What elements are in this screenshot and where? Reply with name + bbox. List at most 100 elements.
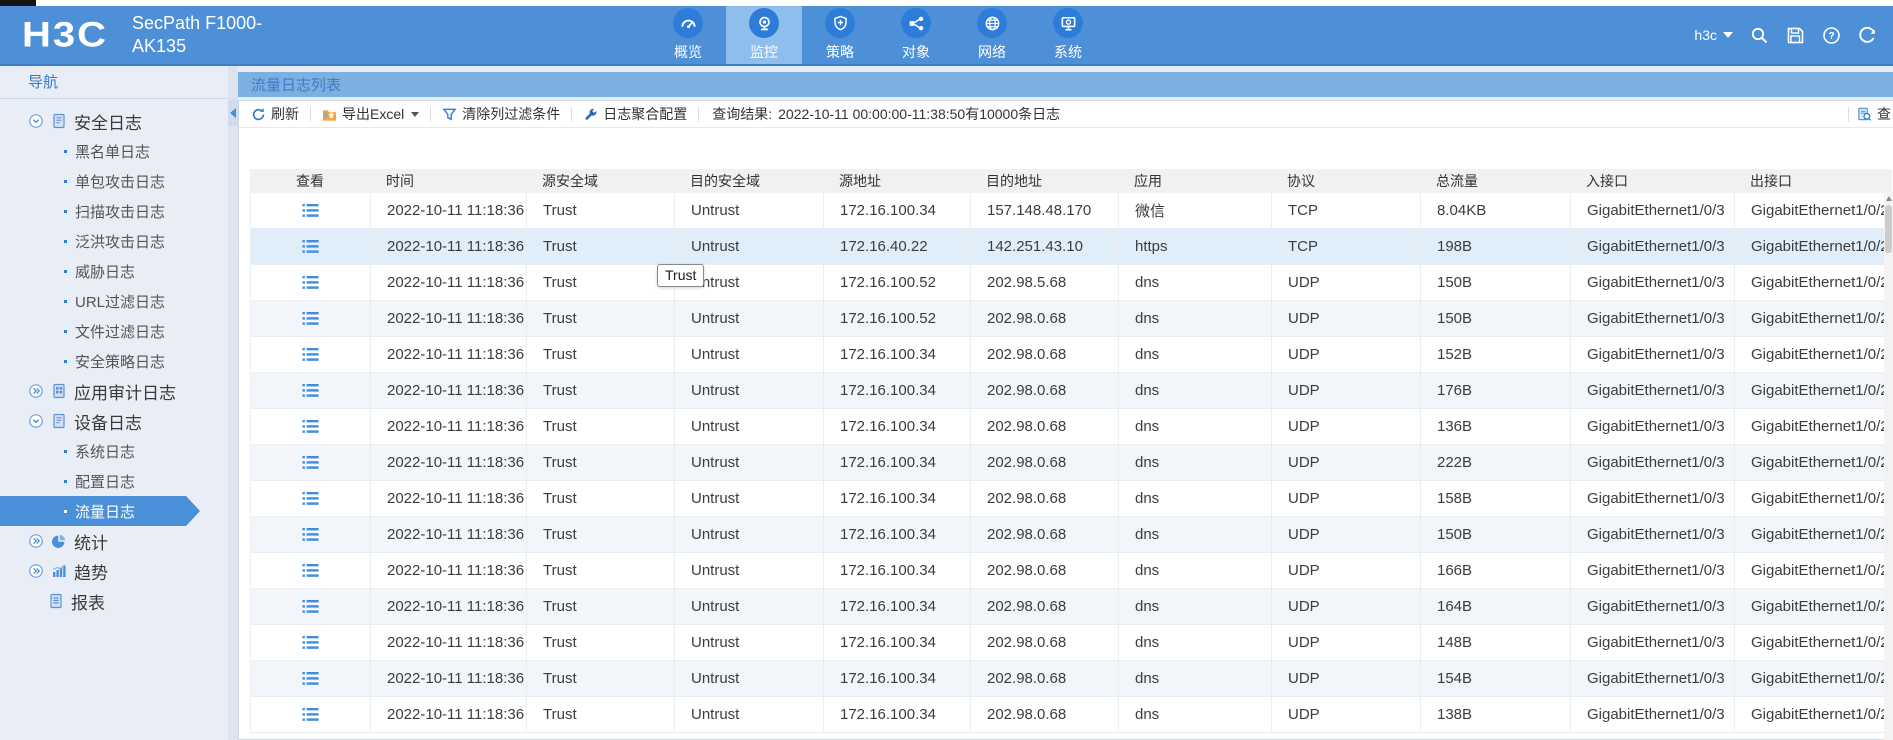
sidebar: 导航 安全日志 黑名单日志 单包攻击日志 扫描攻击日志 泛洪攻击日志 威胁日志 URL过滤日… xyxy=(0,66,228,740)
table-cell-time: 2022-10-11 11:18:36 xyxy=(371,445,527,480)
table-cell-out_if: GigabitEthernet1/0/2 xyxy=(1735,661,1893,696)
table-cell-src_zone: Trust xyxy=(527,193,675,228)
table-cell-app: dns xyxy=(1119,445,1272,480)
refresh-button[interactable]: 刷新 xyxy=(251,104,299,124)
help-icon[interactable]: ? xyxy=(1822,26,1841,45)
sidebar-item-statistics[interactable]: 统计 xyxy=(0,526,228,556)
nav-tab-objects[interactable]: 对象 xyxy=(878,6,954,64)
logout-icon[interactable] xyxy=(1858,26,1877,45)
sidebar-item-traffic-log[interactable]: 流量日志 xyxy=(0,496,200,526)
table-cell-app: dns xyxy=(1119,481,1272,516)
table-row[interactable]: 2022-10-11 11:18:36 Trust Untrust 172.16.10… xyxy=(251,301,1893,337)
sidebar-item-device-log[interactable]: 设备日志 xyxy=(0,406,228,436)
table-row[interactable]: 2022-10-11 11:18:36 Trust Untrust 172.16.40… xyxy=(251,229,1893,265)
table-cell-dst_zone: Untrust xyxy=(675,553,824,588)
sidebar-item-single-attack-log[interactable]: 单包攻击日志 xyxy=(0,166,228,196)
view-log-icon[interactable] xyxy=(302,599,319,614)
save-icon[interactable] xyxy=(1786,26,1805,45)
table-row[interactable]: 2022-10-11 11:18:36 Trust Untrust 172.16.10… xyxy=(251,553,1893,589)
view-cell xyxy=(251,265,371,300)
user-menu[interactable]: h3c xyxy=(1694,27,1733,43)
view-log-icon[interactable] xyxy=(302,347,319,362)
view-log-icon[interactable] xyxy=(302,563,319,578)
table-cell-out_if: GigabitEthernet1/0/2 xyxy=(1735,337,1893,372)
view-log-icon[interactable] xyxy=(302,419,319,434)
bullet-icon xyxy=(64,479,67,483)
sidebar-item-config-log[interactable]: 配置日志 xyxy=(0,466,228,496)
nav-tab-network[interactable]: 网络 xyxy=(954,6,1030,64)
scrollbar-thumb[interactable] xyxy=(1885,205,1892,253)
nav-tab-overview[interactable]: 概览 xyxy=(650,6,726,64)
search-icon[interactable] xyxy=(1750,26,1769,45)
clear-filter-button[interactable]: 清除列过滤条件 xyxy=(442,104,560,124)
table-row[interactable]: 2022-10-11 11:18:36 Trust Untrust 172.16.10… xyxy=(251,445,1893,481)
sidebar-item-flood-attack-log[interactable]: 泛洪攻击日志 xyxy=(0,226,228,256)
nav-tab-monitor[interactable]: 监控 xyxy=(726,6,802,64)
table-cell-total: 150B xyxy=(1421,265,1571,300)
view-log-icon[interactable] xyxy=(302,239,319,254)
scroll-up-arrow-icon[interactable] xyxy=(1884,192,1893,204)
sidebar-item-url-filter-log[interactable]: URL过滤日志 xyxy=(0,286,228,316)
view-log-icon[interactable] xyxy=(302,311,319,326)
sidebar-item-system-log[interactable]: 系统日志 xyxy=(0,436,228,466)
column-header[interactable]: 目的地址 xyxy=(970,171,1118,191)
column-header[interactable]: 应用 xyxy=(1118,171,1271,191)
view-log-icon[interactable] xyxy=(302,383,319,398)
nav-tab-system[interactable]: 系统 xyxy=(1030,6,1106,64)
view-log-icon[interactable] xyxy=(302,491,319,506)
table-cell-total: 138B xyxy=(1421,697,1571,732)
sidebar-item-threat-log[interactable]: 威胁日志 xyxy=(0,256,228,286)
collapse-sidebar-handle[interactable] xyxy=(228,100,238,126)
bullet-icon xyxy=(64,209,67,213)
table-cell-dst_zone: Untrust xyxy=(675,301,824,336)
sidebar-item-blacklist-log[interactable]: 黑名单日志 xyxy=(0,136,228,166)
vertical-scrollbar[interactable] xyxy=(1884,192,1893,740)
nav-tab-policy[interactable]: 策略 xyxy=(802,6,878,64)
view-log-icon[interactable] xyxy=(302,671,319,686)
sidebar-item-file-filter-log[interactable]: 文件过滤日志 xyxy=(0,316,228,346)
column-header[interactable]: 总流量 xyxy=(1420,171,1570,191)
sidebar-item-security-log[interactable]: 安全日志 xyxy=(0,106,228,136)
table-row[interactable]: 2022-10-11 11:18:36 Trust Untrust 172.16.10… xyxy=(251,589,1893,625)
table-row[interactable]: 2022-10-11 11:18:36 Trust Untrust 172.16.10… xyxy=(251,265,1893,301)
view-log-icon[interactable] xyxy=(302,707,319,722)
column-header[interactable]: 源地址 xyxy=(823,171,970,191)
view-log-icon[interactable] xyxy=(302,527,319,542)
view-log-icon[interactable] xyxy=(302,275,319,290)
content-panel: 刷新 导出Excel 清除列过滤条件 日志聚合配置 查询结果: 2022-10-… xyxy=(238,100,1893,740)
table-row[interactable]: 2022-10-11 11:18:36 Trust Untrust 172.16.10… xyxy=(251,697,1893,733)
column-header[interactable]: 协议 xyxy=(1271,171,1420,191)
page-title: 流量日志列表 xyxy=(251,77,342,94)
sidebar-item-label: URL过滤日志 xyxy=(75,293,166,311)
sidebar-item-app-audit-log[interactable]: 应用审计日志 xyxy=(0,376,228,406)
table-row[interactable]: 2022-10-11 11:18:36 Trust Untrust 172.16.10… xyxy=(251,337,1893,373)
table-row[interactable]: 2022-10-11 11:18:36 Trust Untrust 172.16.10… xyxy=(251,373,1893,409)
column-header[interactable]: 查看 xyxy=(250,171,370,191)
globe-icon xyxy=(977,8,1007,38)
table-cell-src_zone: Trust xyxy=(527,301,675,336)
view-log-icon[interactable] xyxy=(302,203,319,218)
column-header[interactable]: 入接口 xyxy=(1570,171,1734,191)
splitter[interactable] xyxy=(228,66,238,740)
log-query-button[interactable]: 查 xyxy=(1857,104,1891,124)
column-header[interactable]: 出接口 xyxy=(1734,171,1892,191)
table-row[interactable]: 2022-10-11 11:18:36 Trust Untrust 172.16.10… xyxy=(251,481,1893,517)
table-row[interactable]: 2022-10-11 11:18:36 Trust Untrust 172.16.10… xyxy=(251,625,1893,661)
column-header[interactable]: 目的安全域 xyxy=(674,171,823,191)
table-row[interactable]: 2022-10-11 11:18:36 Trust Untrust 172.16.10… xyxy=(251,661,1893,697)
column-header[interactable]: 源安全域 xyxy=(526,171,674,191)
sidebar-item-scan-attack-log[interactable]: 扫描攻击日志 xyxy=(0,196,228,226)
toolbar-separator xyxy=(1848,106,1849,122)
table-row[interactable]: 2022-10-11 11:18:36 Trust Untrust 172.16.10… xyxy=(251,517,1893,553)
view-log-icon[interactable] xyxy=(302,635,319,650)
sidebar-item-trend[interactable]: 趋势 xyxy=(0,556,228,586)
table-row[interactable]: 2022-10-11 11:18:36 Trust Untrust 172.16.10… xyxy=(251,193,1893,229)
view-log-icon[interactable] xyxy=(302,455,319,470)
sidebar-item-policy-log[interactable]: 安全策略日志 xyxy=(0,346,228,376)
column-header[interactable]: 时间 xyxy=(370,171,526,191)
sidebar-item-report[interactable]: 报表 xyxy=(0,586,228,616)
table-cell-total: 158B xyxy=(1421,481,1571,516)
export-excel-button[interactable]: 导出Excel xyxy=(322,104,420,124)
table-row[interactable]: 2022-10-11 11:18:36 Trust Untrust 172.16.10… xyxy=(251,409,1893,445)
log-aggregation-button[interactable]: 日志聚合配置 xyxy=(583,104,687,124)
